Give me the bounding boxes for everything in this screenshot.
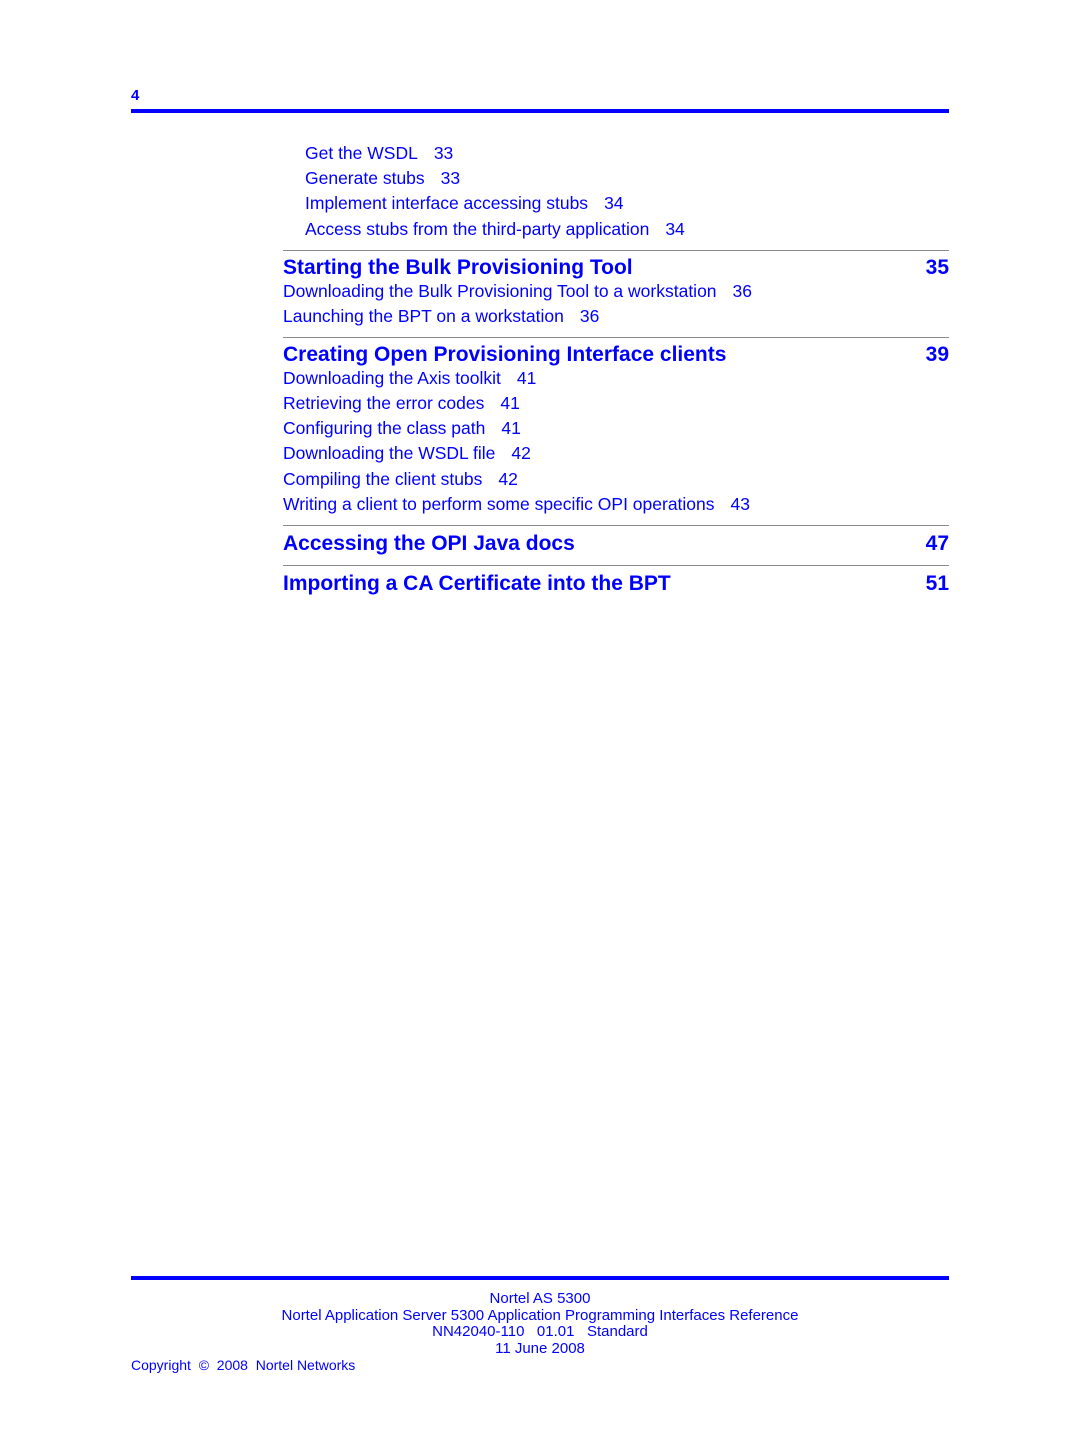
toc-entry-title: Compiling the client stubs [283,469,483,489]
footer-document-title: Nortel Application Server 5300 Applicati… [281,1306,799,1324]
toc-entry-title: Downloading the Bulk Provisioning Tool t… [283,281,717,301]
toc-entry-implement-interface[interactable]: Implement interface accessing stubs 34 [305,193,624,213]
toc-entry-title: Retrieving the error codes [283,393,485,413]
toc-entry-page: 42 [511,443,531,463]
toc-chapter-title: Accessing the OPI Java docs [283,532,575,555]
toc-chapter-starting-bpt[interactable]: Starting the Bulk Provisioning Tool 35 [283,256,949,280]
toc-entry-title: Downloading the Axis toolkit [283,368,501,388]
toc-entry-page: 41 [516,368,537,388]
toc-chapter-page: 39 [925,343,949,366]
toc-entry-downloading-wsdl-file[interactable]: Downloading the WSDL file 42 [283,443,531,463]
toc-entry-downloading-bpt[interactable]: Downloading the Bulk Provisioning Tool t… [283,281,752,301]
toc-chapter-page: 47 [925,532,949,555]
toc-chapter-page: 35 [925,256,949,279]
section-divider [283,337,949,338]
toc-entry-page: 34 [665,219,685,239]
toc-chapter-title: Starting the Bulk Provisioning Tool [283,256,633,279]
toc-entry-page: 34 [604,193,624,213]
toc-entry-title: Access stubs from the third-party applic… [305,219,650,239]
toc-entry-access-stubs[interactable]: Access stubs from the third-party applic… [305,219,685,239]
footer: Nortel AS 5300 Nortel Application Server… [131,1290,949,1357]
toc-chapter-accessing-opi-java-docs[interactable]: Accessing the OPI Java docs 47 [283,532,949,556]
toc-entry-title: Writing a client to perform some specifi… [283,494,715,514]
toc-chapter-title: Importing a CA Certificate into the BPT [283,572,671,595]
toc-entry-get-the-wsdl[interactable]: Get the WSDL 33 [305,143,453,163]
toc-entry-page: 41 [501,418,521,438]
toc-entry-title: Launching the BPT on a workstation [283,306,564,326]
toc-entry-title: Implement interface accessing stubs [305,193,589,213]
toc-entry-generate-stubs[interactable]: Generate stubs 33 [305,168,460,188]
footer-document-id: NN42040-110 01.01 Standard [432,1323,648,1340]
header-rule [131,109,949,113]
toc-entry-launching-bpt[interactable]: Launching the BPT on a workstation 36 [283,306,599,326]
toc-entry-configuring-class-path[interactable]: Configuring the class path 41 [283,418,521,438]
toc-entry-page: 33 [433,143,454,163]
toc-entry-title: Get the WSDL [305,143,418,163]
toc-entry-title: Configuring the class path [283,418,486,438]
toc-entry-page: 42 [498,469,518,489]
page-number: 4 [131,87,140,104]
footer-copyright: Copyright © 2008 Nortel Networks [131,1357,356,1373]
toc-entry-downloading-axis[interactable]: Downloading the Axis toolkit 41 [283,368,536,388]
toc-entry-page: 41 [500,393,520,413]
toc-entry-compiling-client-stubs[interactable]: Compiling the client stubs 42 [283,469,518,489]
toc-chapter-title: Creating Open Provisioning Interface cli… [283,343,727,366]
toc-entry-page: 43 [730,494,750,514]
toc-entry-page: 33 [440,168,461,188]
toc-chapter-page: 51 [925,572,949,595]
toc-entry-title: Downloading the WSDL file [283,443,496,463]
footer-rule [131,1276,949,1280]
toc-chapter-importing-ca-certificate[interactable]: Importing a CA Certificate into the BPT … [283,572,949,596]
toc-entry-writing-client[interactable]: Writing a client to perform some specifi… [283,494,750,514]
section-divider [283,565,949,566]
section-divider [283,525,949,526]
toc-entry-page: 36 [579,306,600,326]
footer-product: Nortel AS 5300 [489,1290,591,1307]
section-divider [283,250,949,251]
toc-entry-page: 36 [732,281,753,301]
toc-entry-title: Generate stubs [305,168,425,188]
toc-entry-retrieving-error-codes[interactable]: Retrieving the error codes 41 [283,393,520,413]
toc-chapter-creating-opi-clients[interactable]: Creating Open Provisioning Interface cli… [283,343,949,367]
footer-date: 11 June 2008 [495,1339,585,1357]
